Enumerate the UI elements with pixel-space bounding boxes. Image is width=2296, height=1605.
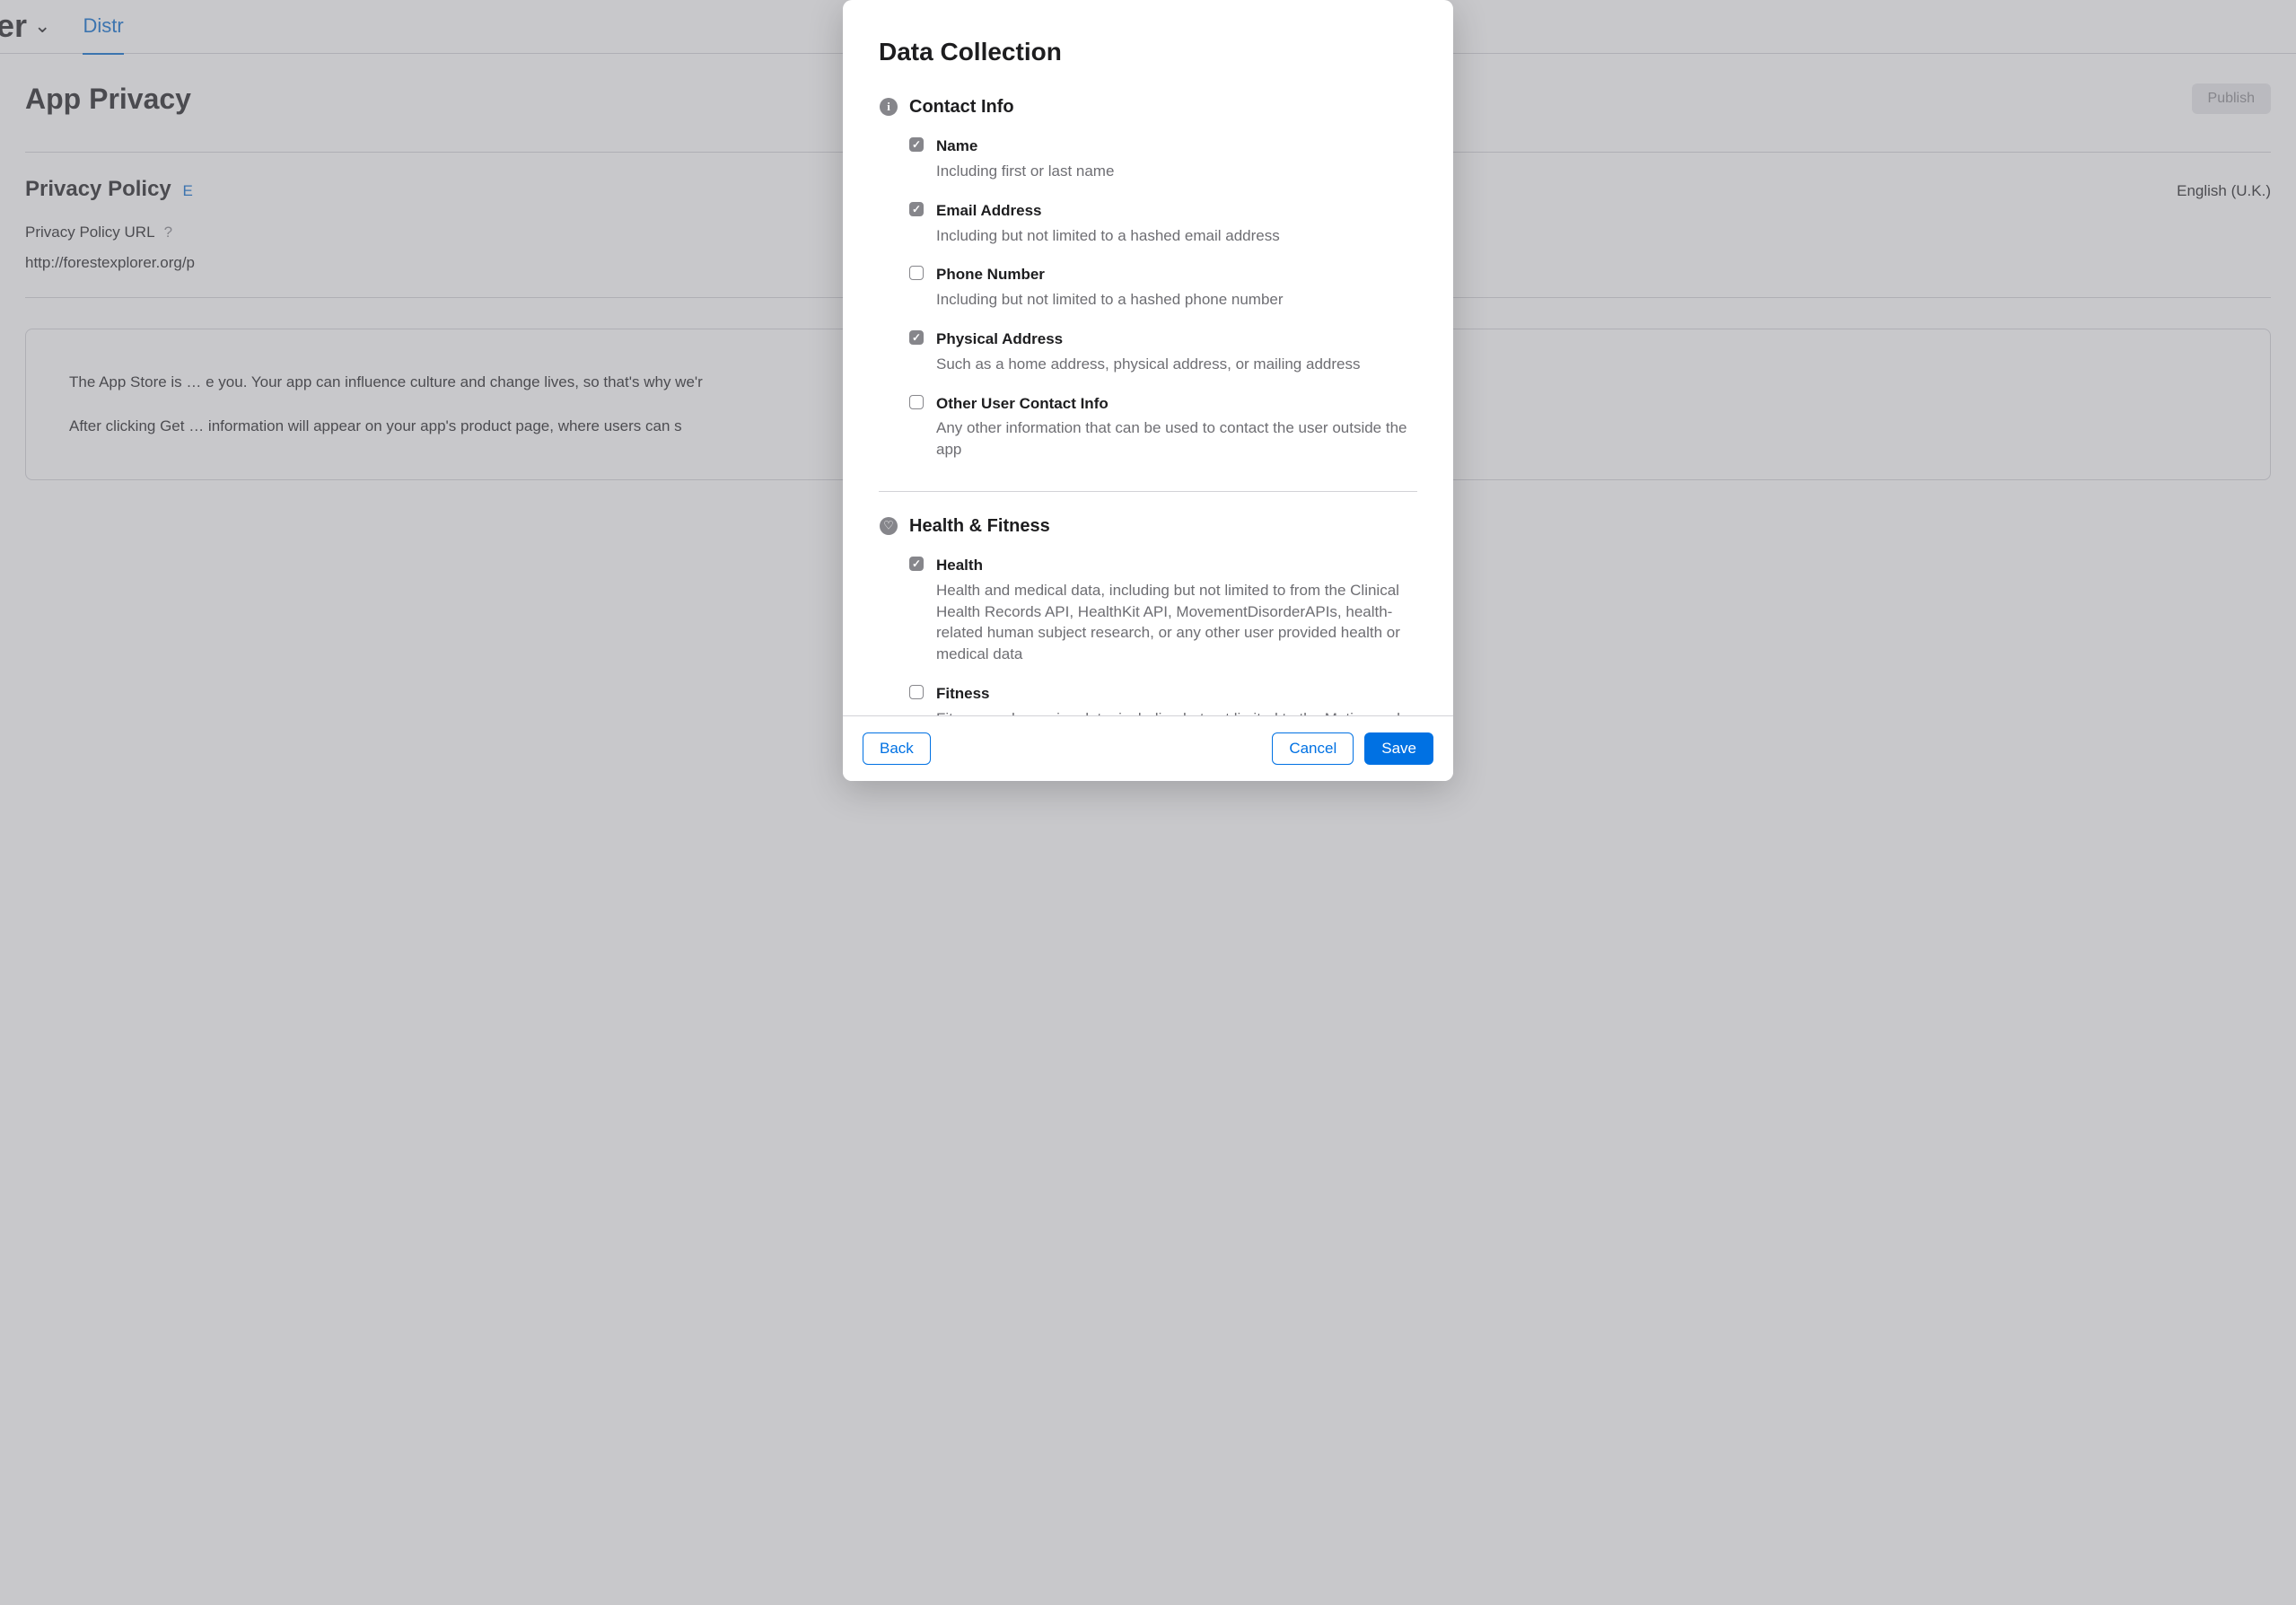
divider	[879, 491, 1417, 492]
data-type-option: Health Health and medical data, including…	[879, 555, 1417, 683]
option-description: Such as a home address, physical address…	[936, 354, 1417, 375]
option-label: Fitness	[936, 683, 1417, 705]
option-description: Fitness and exercise data, including but…	[936, 708, 1417, 715]
category-title: Health & Fitness	[909, 513, 1050, 539]
modal-title: Data Collection	[879, 34, 1417, 69]
cancel-button[interactable]: Cancel	[1272, 732, 1354, 765]
option-description: Any other information that can be used t…	[936, 417, 1417, 460]
back-button[interactable]: Back	[863, 732, 931, 765]
data-type-option: Name Including first or last name	[879, 136, 1417, 200]
modal-overlay: Data Collection Contact Info Name Includin…	[0, 0, 2296, 1605]
checkbox[interactable]	[909, 330, 924, 345]
save-button[interactable]: Save	[1364, 732, 1433, 765]
data-type-option: Physical Address Such as a home address, …	[879, 329, 1417, 393]
category-title: Contact Info	[909, 94, 1014, 119]
data-type-option: Other User Contact InfoAny other informa…	[879, 393, 1417, 482]
option-description: Including but not limited to a hashed em…	[936, 225, 1417, 247]
option-description: Health and medical data, including but n…	[936, 580, 1417, 665]
option-description: Including but not limited to a hashed ph…	[936, 289, 1417, 311]
option-description: Including first or last name	[936, 161, 1417, 182]
data-type-option: Email Address Including but not limited t…	[879, 200, 1417, 265]
checkbox[interactable]	[909, 266, 924, 280]
category: Contact Info Name Including first or last …	[879, 94, 1417, 482]
info-icon	[879, 97, 898, 117]
checkbox[interactable]	[909, 202, 924, 216]
data-collection-modal: Data Collection Contact Info Name Includin…	[843, 0, 1453, 781]
data-type-option: Fitness Fitness and exercise data, includ…	[879, 683, 1417, 715]
checkbox[interactable]	[909, 685, 924, 699]
checkbox[interactable]	[909, 137, 924, 152]
checkbox[interactable]	[909, 395, 924, 409]
data-type-option: Phone Number Including but not limited to…	[879, 264, 1417, 329]
option-label: Physical Address	[936, 329, 1417, 350]
category: Health & Fitness Health Health and medical…	[879, 513, 1417, 715]
option-label: Other User Contact Info	[936, 393, 1417, 415]
heart-icon	[879, 516, 898, 536]
option-label: Health	[936, 555, 1417, 576]
checkbox[interactable]	[909, 557, 924, 571]
option-label: Email Address	[936, 200, 1417, 222]
option-label: Phone Number	[936, 264, 1417, 285]
option-label: Name	[936, 136, 1417, 157]
